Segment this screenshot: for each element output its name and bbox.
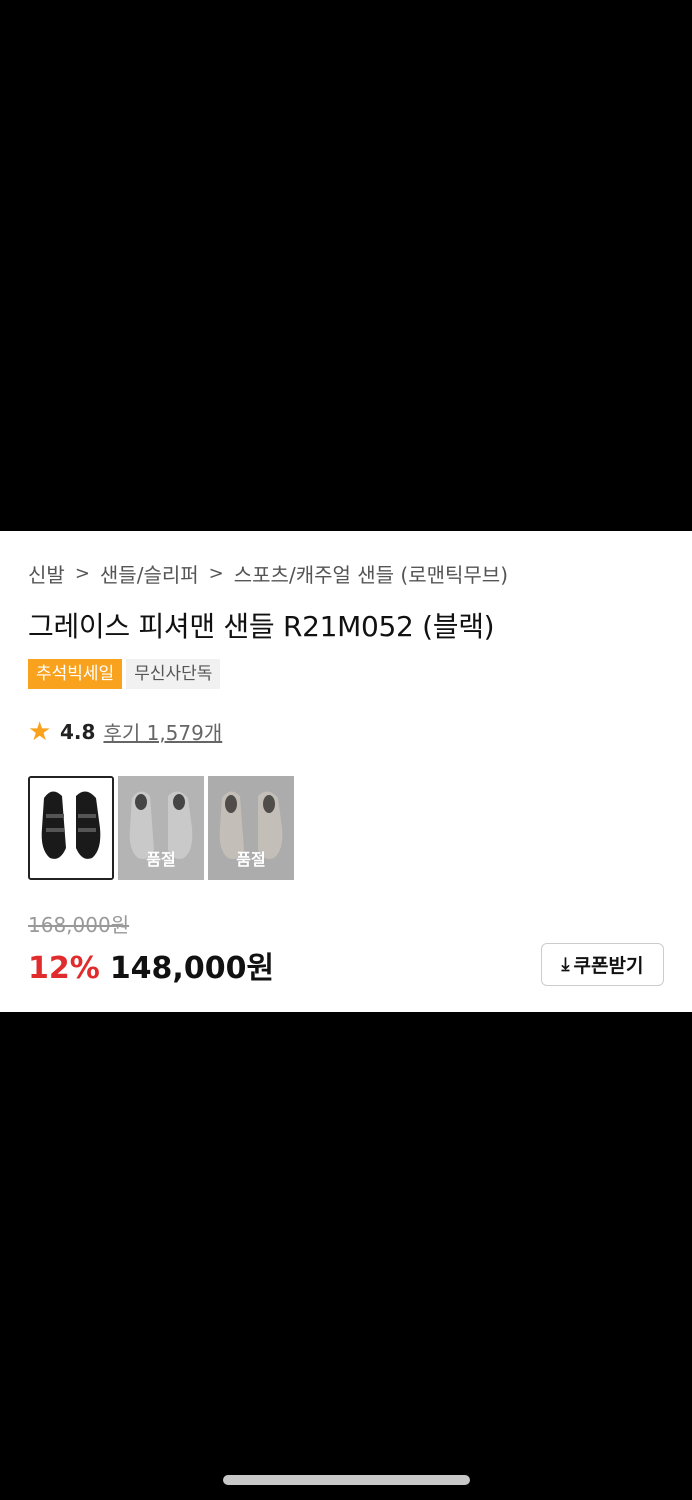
sale-badge: 추석빅세일 (28, 659, 123, 689)
soldout-label: 품절 (236, 850, 266, 869)
coupon-button[interactable]: ⤓ 쿠폰받기 (541, 943, 664, 986)
sale-price: 148,000원 (109, 951, 275, 986)
original-price: 168,000원 (28, 913, 130, 937)
screen-black-top (0, 0, 692, 531)
discount-rate: 12% (28, 951, 100, 986)
thumbnail-beige[interactable]: 품절 (208, 776, 294, 880)
star-icon: ★ (28, 716, 52, 747)
screen-black-bottom (0, 1012, 692, 1500)
download-icon: ⤓ (561, 954, 570, 975)
thumbnail-black[interactable] (28, 776, 114, 880)
rating-row: ★ 4.8 후기 1,579개 (28, 717, 222, 746)
thumbnail-white[interactable]: 품절 (118, 776, 204, 880)
product-title: 그레이스 피셔맨 샌들 R21M052 (블랙) (28, 610, 495, 643)
breadcrumb-item-sandals[interactable]: 샌들/슬리퍼 (100, 559, 199, 588)
product-info-card: 신발 > 샌들/슬리퍼 > 스포츠/캐주얼 샌들 (로맨틱무브) 그레이스 피셔… (0, 531, 692, 1012)
review-count-link[interactable]: 후기 1,579개 (103, 717, 222, 746)
color-thumbnails: 품절 품절 (28, 776, 294, 880)
chevron-right-icon: > (74, 563, 90, 584)
price-row: 12% 148,000원 (28, 943, 274, 987)
exclusive-badge: 무신사단독 (126, 659, 221, 689)
breadcrumb-item-shoes[interactable]: 신발 (28, 559, 65, 588)
breadcrumb: 신발 > 샌들/슬리퍼 > 스포츠/캐주얼 샌들 (로맨틱무브) (28, 559, 508, 588)
breadcrumb-item-casual-sandals[interactable]: 스포츠/캐주얼 샌들 (로맨틱무브) (234, 559, 508, 588)
badge-row: 추석빅세일 무신사단독 (28, 659, 221, 689)
rating-score: 4.8 (60, 719, 96, 744)
chevron-right-icon: > (208, 563, 224, 584)
home-indicator[interactable] (223, 1475, 470, 1485)
coupon-button-label: 쿠폰받기 (573, 955, 644, 977)
sandal-black-image (30, 778, 112, 878)
soldout-label: 품절 (146, 850, 176, 869)
